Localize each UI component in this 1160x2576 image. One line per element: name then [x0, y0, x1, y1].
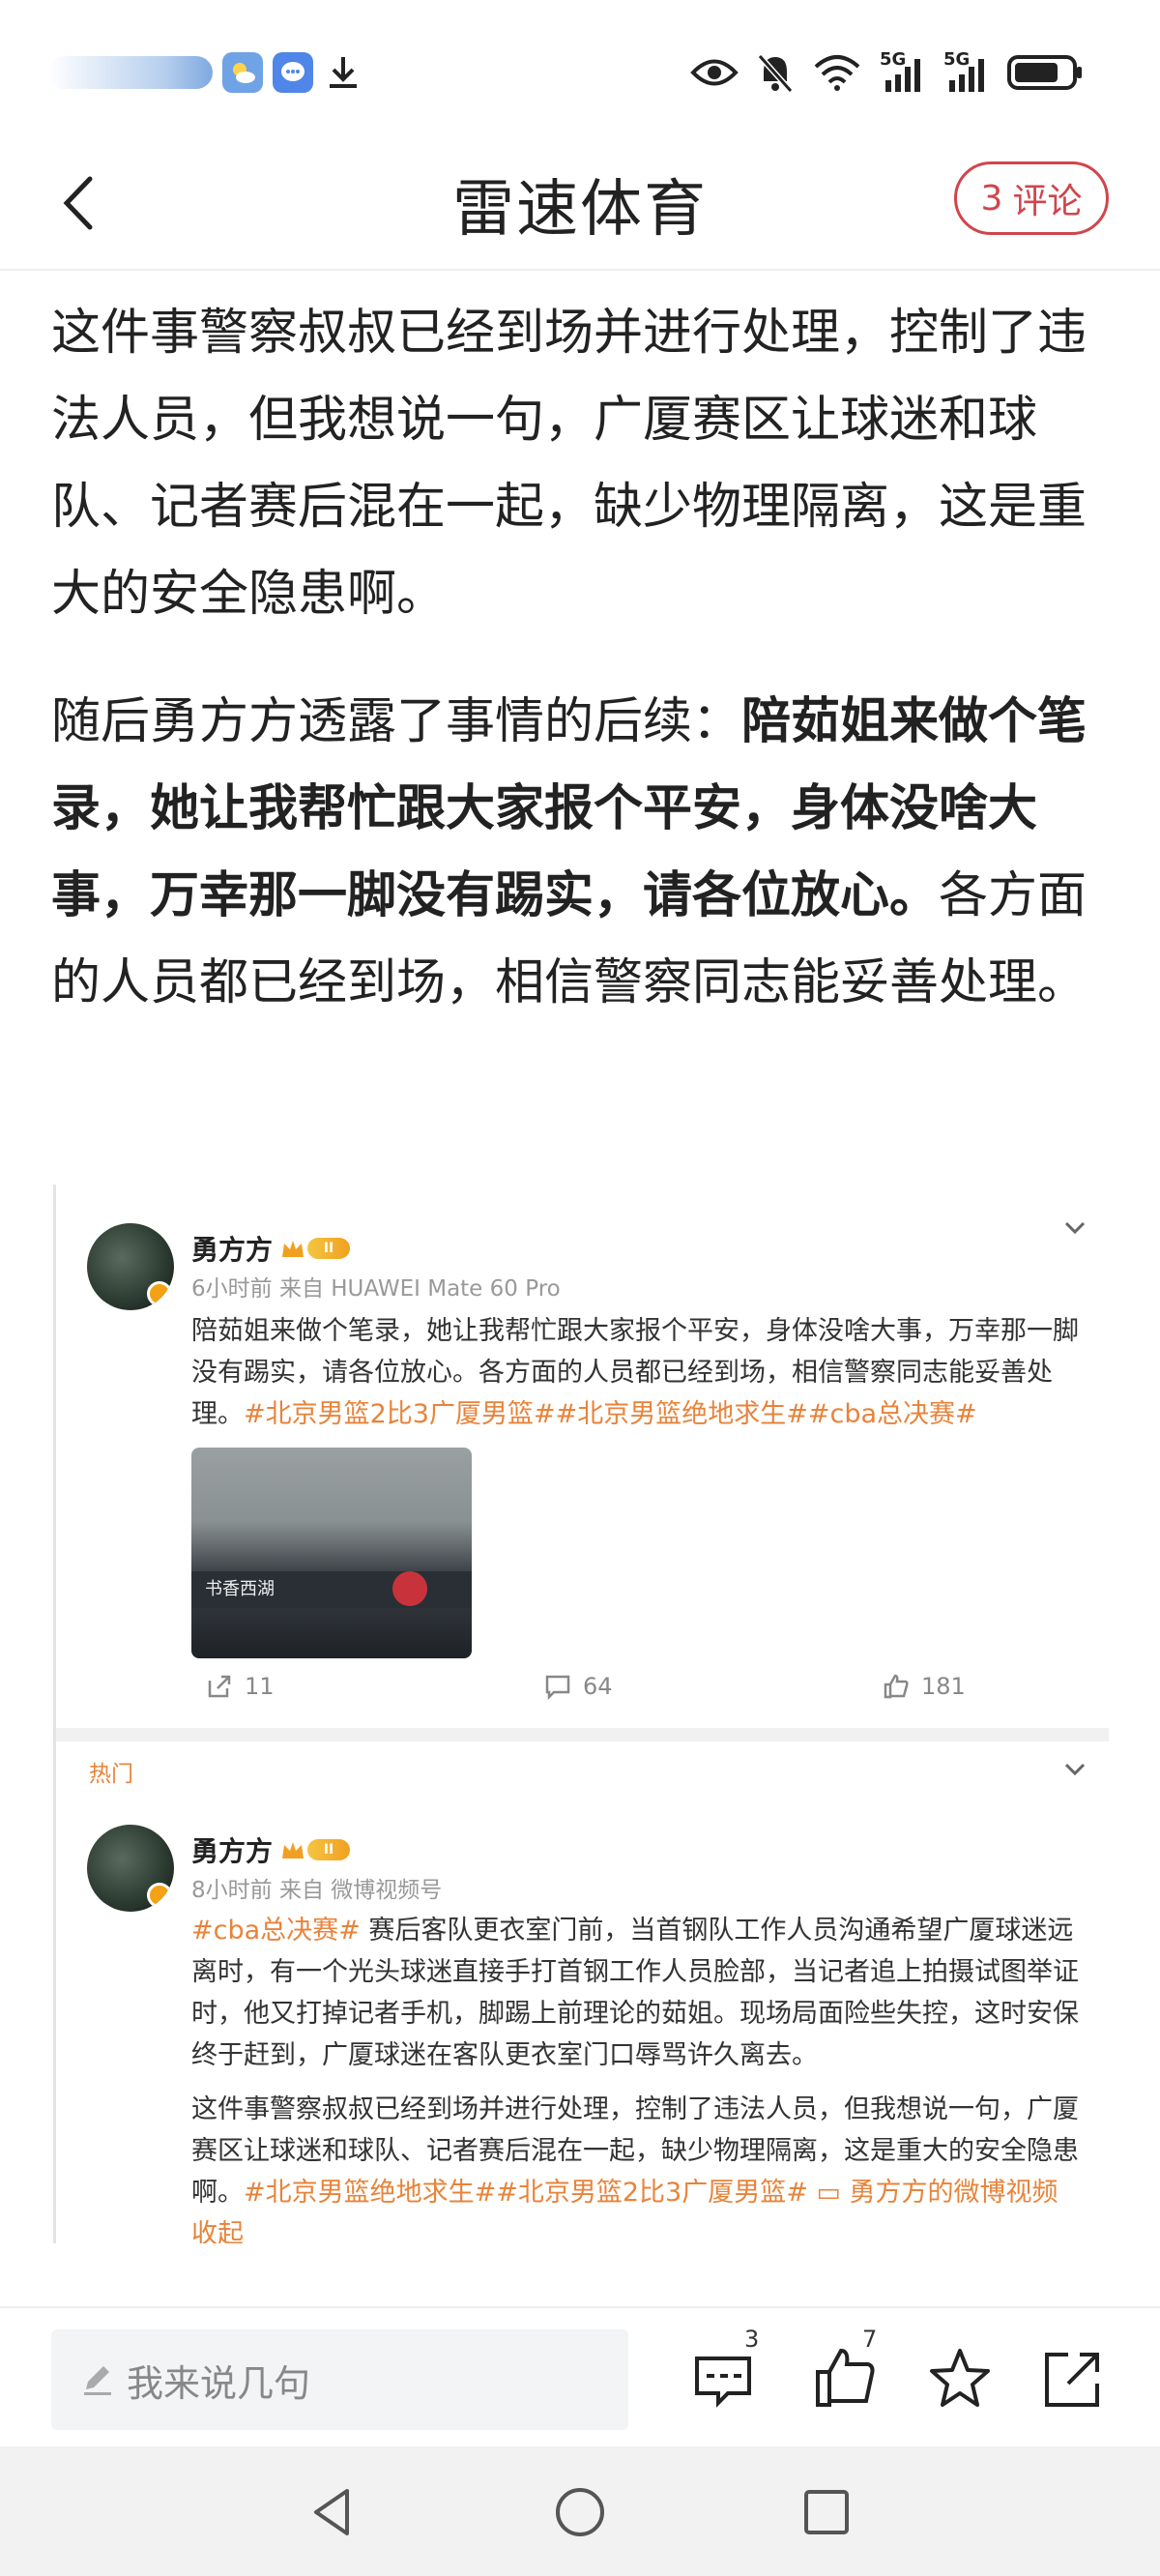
comment-placeholder: 我来说几句 — [127, 2361, 311, 2405]
post-text: 陪茹姐来做个笔录，她让我帮忙跟大家报个平安，身体没啥大事，万幸那一脚没有踢实，请… — [191, 1310, 1090, 1435]
verified-badge-icon — [147, 1281, 172, 1306]
mute-bell-icon — [757, 54, 794, 93]
comment-input[interactable]: 我来说几句 — [51, 2329, 628, 2430]
like-button[interactable] — [812, 2345, 880, 2413]
post-photo[interactable]: 书香西湖 — [191, 1448, 472, 1658]
crown-icon: II — [280, 1238, 351, 1259]
repost-count: 11 — [245, 1673, 275, 1700]
paragraph-text: 随后勇方方透露了事情的后续： — [51, 693, 742, 750]
hot-label: 热门 — [89, 1762, 133, 1787]
username: 勇方方 II — [191, 1229, 351, 1268]
avatar — [87, 1223, 174, 1310]
signal-1: 5G — [880, 49, 926, 92]
share-button[interactable] — [1039, 2345, 1107, 2413]
message-icon — [273, 52, 313, 93]
username-text: 勇方方 — [191, 1234, 274, 1266]
post-hashtags[interactable]: #北京男篮2比3广厦男篮##北京男篮绝地求生##cba总决赛# — [244, 1399, 977, 1429]
level-badge: II — [307, 1839, 351, 1860]
star-icon — [930, 2349, 990, 2407]
thumbs-up-icon — [884, 1674, 909, 1699]
collapse-link[interactable]: 收起 — [191, 2219, 244, 2243]
embedded-screenshot[interactable]: 勇方方 II 6小时前 来自 HUAWEI Mate 60 Pro 陪茹姐来做个… — [53, 1185, 1109, 2243]
post-hashtag[interactable]: #cba总决赛# — [191, 1916, 361, 1946]
post-text: #cba总决赛# 赛后客队更衣室门前，当首钢队工作人员沟通希望广厦球迷远离时，有… — [191, 1910, 1090, 2076]
share-icon — [1045, 2353, 1099, 2407]
post-meta: 8小时前 来自 微博视频号 — [191, 1878, 443, 1903]
system-nav-bar — [0, 2446, 1160, 2576]
username: 勇方方 II — [191, 1830, 351, 1869]
weather-icon — [222, 52, 263, 93]
like-badge: 7 — [862, 2326, 878, 2353]
network-type-label: 5G — [880, 49, 907, 70]
photo-sign-text: 书香西湖 — [191, 1571, 472, 1608]
notification-gradient — [48, 56, 213, 89]
comment-button[interactable]: 64 — [544, 1673, 613, 1700]
comment-list-icon — [695, 2356, 751, 2408]
comment-count: 3 — [980, 178, 1003, 219]
repost-button[interactable]: 11 — [206, 1673, 275, 1700]
post-meta: 6小时前 来自 HUAWEI Mate 60 Pro — [191, 1276, 561, 1302]
police-emblem-icon — [392, 1571, 427, 1606]
download-icon — [323, 52, 363, 93]
nav-recents-icon[interactable] — [798, 2483, 856, 2541]
post-hashtags[interactable]: #北京男篮绝地求生##北京男篮2比3广厦男篮# — [244, 2178, 808, 2208]
crown-icon: II — [280, 1839, 351, 1860]
comment-count: 64 — [583, 1673, 613, 1700]
signal-2: 5G — [943, 49, 990, 92]
post-actions: 11 64 181 — [56, 1673, 1109, 1712]
comment-badge: 3 — [744, 2326, 760, 2353]
article-paragraph: 随后勇方方透露了事情的后续：陪茹姐来做个笔录，她让我帮忙跟大家报个平安，身体没啥… — [51, 679, 1115, 1027]
status-bar: 5G 5G — [0, 0, 1160, 140]
favorite-button[interactable] — [926, 2345, 994, 2413]
comments-button[interactable] — [691, 2345, 759, 2413]
comment-label: 评论 — [1012, 182, 1083, 221]
status-indicators: 5G 5G — [690, 46, 1085, 99]
video-link-text: 勇方方的微博视频 — [849, 2178, 1058, 2208]
verified-badge-icon — [147, 1883, 172, 1908]
wifi-icon — [814, 55, 860, 91]
eye-icon — [690, 59, 739, 86]
app-header: 雷速体育 3 评论 — [0, 140, 1160, 271]
status-notifications — [48, 46, 363, 99]
video-link[interactable]: ▭ 勇方方的微博视频 — [816, 2178, 1058, 2208]
pencil-icon — [84, 2366, 111, 2395]
article-body: 这件事警察叔叔已经到场并进行处理，控制了违法人员，但我想说一句，广厦赛区让球迷和… — [51, 290, 1115, 1068]
comment-count-button[interactable]: 3 评论 — [954, 161, 1109, 235]
like-count: 181 — [921, 1673, 966, 1700]
nav-home-icon[interactable] — [551, 2483, 609, 2541]
battery-icon — [1007, 55, 1082, 90]
avatar — [87, 1825, 174, 1912]
network-type-label-2: 5G — [943, 49, 971, 70]
username-text: 勇方方 — [191, 1835, 274, 1867]
chevron-down-icon[interactable] — [1060, 1755, 1089, 1784]
post-text: 这件事警察叔叔已经到场并进行处理，控制了违法人员，但我想说一句，广厦赛区让球迷和… — [191, 2089, 1090, 2243]
share-icon — [208, 1675, 231, 1698]
level-badge: II — [307, 1238, 351, 1259]
comment-icon — [545, 1675, 570, 1700]
chevron-down-icon[interactable] — [1060, 1214, 1089, 1243]
nav-back-icon[interactable] — [304, 2483, 362, 2541]
thumbs-up-icon — [816, 2348, 875, 2407]
comment-bar: 我来说几句 3 7 — [0, 2306, 1160, 2446]
like-button[interactable]: 181 — [883, 1673, 966, 1700]
divider — [56, 1728, 1109, 1742]
article-paragraph: 这件事警察叔叔已经到场并进行处理，控制了违法人员，但我想说一句，广厦赛区让球迷和… — [51, 305, 1088, 623]
